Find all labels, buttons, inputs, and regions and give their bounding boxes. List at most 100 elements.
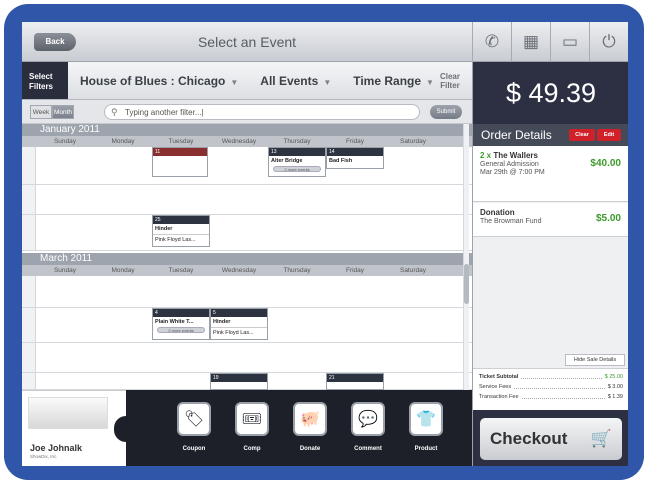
order-item[interactable]: Donation The Browman Fund $5.00 — [473, 203, 628, 237]
event-tile[interactable]: 19 — [210, 373, 268, 390]
order-item-date: Mar 29th @ 7:00 PM — [480, 169, 545, 176]
event-tile[interactable]: 14 Bad Fish — [326, 147, 384, 169]
week-row — [22, 343, 472, 373]
month-title-jan: January 2011 — [22, 124, 472, 136]
action-tray: 🏷 Coupon 🎟 Comp 🐖 Donate 💬 Comment 👕 Pro… — [126, 390, 472, 466]
day-label: Saturday — [399, 267, 427, 274]
service-fee-label: Service Fees — [479, 384, 512, 390]
day-label: Wednesday — [221, 138, 257, 145]
event-tile[interactable]: 25 Hinder Pink Floyd Las... — [152, 215, 210, 247]
event-name: Plain White T... — [155, 319, 194, 325]
sale-totals: Ticket Subtotal $ 25.00 Service Fees $ 3.0… — [473, 368, 628, 410]
day-label: Thursday — [283, 138, 311, 145]
week-row — [22, 215, 472, 251]
user-panel: Joe Johnalk ShowDix, Inc. — [22, 390, 126, 466]
event-tile[interactable]: 4 Plain White T... 2 more events — [152, 308, 210, 340]
chevron-down-icon: ▼ — [426, 77, 434, 87]
piggy-bank-icon[interactable]: 🐖 — [293, 402, 327, 436]
search-input[interactable]: ⚲ Typing another filter...| — [104, 104, 420, 120]
chevron-down-icon: ▼ — [323, 77, 332, 87]
day-header-mar: Sunday Monday Tuesday Wednesday Thursday… — [22, 265, 472, 276]
event-tile[interactable]: 11 — [152, 147, 208, 177]
donate-label: Donate — [299, 446, 321, 452]
hide-sale-details-button[interactable]: Hide Sale Details — [565, 354, 625, 366]
clear-order-button[interactable]: Clear — [569, 129, 595, 141]
ticket-icon[interactable]: 🎟 — [235, 402, 269, 436]
event-date: 4 — [153, 309, 209, 317]
service-fee-row: Service Fees $ 3.00 — [479, 382, 623, 392]
order-item-qty: 2 x — [480, 151, 492, 160]
transaction-fee-value: $ 1.39 — [607, 394, 623, 400]
search-icon: ⚲ — [111, 107, 118, 117]
day-header-jan: Sunday Monday Tuesday Wednesday Thursday… — [22, 136, 472, 147]
events-filter[interactable]: All Events ▼ — [260, 74, 331, 88]
power-icon[interactable]: ⏻ — [589, 22, 628, 62]
top-bar: Back Select an Event ✆ ▦ ▭ ⏻ — [22, 22, 628, 62]
month-title-mar: March 2011 — [22, 253, 472, 265]
shopping-cart-icon: 🛒 — [590, 429, 612, 448]
coupon-label: Coupon — [182, 446, 206, 452]
view-toggle: Week Month — [30, 105, 74, 119]
month-view-button[interactable]: Month — [52, 105, 74, 119]
event-date: 25 — [153, 216, 209, 224]
day-label: Monday — [111, 138, 135, 145]
order-panel: $ 49.39 Order Details Clear Edit 2 x The… — [472, 62, 628, 466]
transaction-fee-label: Transaction Fee — [479, 394, 519, 400]
event-date: 21 — [327, 374, 383, 382]
edit-order-button[interactable]: Edit — [597, 129, 621, 141]
clear-filter-button[interactable]: Clear Filter — [438, 72, 462, 90]
order-total: $ 49.39 — [473, 62, 628, 124]
user-organization: ShowDix, Inc. — [30, 454, 58, 459]
week-row — [22, 276, 472, 308]
tag-icon[interactable]: 🏷 — [177, 402, 211, 436]
select-filters-button[interactable]: Select Filters — [22, 62, 68, 99]
comment-label: Comment — [354, 446, 382, 452]
more-events-badge[interactable]: 2 more events — [273, 166, 321, 172]
day-label: Monday — [111, 267, 135, 274]
event-name: Alter Bridge — [271, 158, 303, 164]
subtotal-value: $ 25.00 — [604, 374, 623, 380]
submit-button[interactable]: Submit — [430, 105, 462, 119]
time-filter[interactable]: Time Range ▼ — [353, 74, 434, 88]
event-date: 14 — [327, 148, 383, 156]
event-name: Hinder — [213, 319, 231, 325]
venue-filter-label: House of Blues : Chicago — [80, 73, 226, 88]
transaction-fee-row: Transaction Fee $ 1.39 — [479, 392, 623, 402]
day-label: Thursday — [283, 267, 311, 274]
window-icon[interactable]: ▭ — [550, 22, 589, 62]
event-date: 5 — [211, 309, 267, 317]
checkout-button[interactable]: Checkout 🛒 — [480, 418, 622, 460]
order-item-price: $5.00 — [595, 213, 621, 224]
time-filter-label: Time Range — [353, 73, 422, 88]
day-label: Friday — [345, 138, 365, 145]
calendar-scrollbar[interactable] — [463, 124, 469, 390]
event-tile[interactable]: 13 Alter Bridge 2 more events — [268, 147, 326, 177]
keypad-icon[interactable]: ▦ — [511, 22, 550, 62]
event-tile[interactable]: 5 Hinder Pink Floyd Las... — [210, 308, 268, 340]
order-item[interactable]: 2 x The Wallers General Admission Mar 29… — [473, 146, 628, 202]
tshirt-icon[interactable]: 👕 — [409, 402, 443, 436]
search-bar: Week Month ⚲ Typing another filter...| S… — [22, 100, 472, 124]
day-label: Tuesday — [168, 138, 194, 145]
subtotal-label: Ticket Subtotal — [479, 374, 519, 380]
user-name: Joe Johnalk — [30, 443, 83, 453]
calendar-scroll-thumb[interactable] — [464, 264, 469, 304]
page-title: Select an Event — [197, 34, 297, 50]
day-label: Tuesday — [168, 267, 194, 274]
chevron-down-icon: ▼ — [230, 77, 239, 87]
service-fee-value: $ 3.00 — [607, 384, 623, 390]
week-view-button[interactable]: Week — [30, 105, 52, 119]
event-tile[interactable]: 21 — [326, 373, 384, 390]
speech-bubble-icon[interactable]: 💬 — [351, 402, 385, 436]
order-item-price: $40.00 — [590, 158, 621, 169]
phone-icon[interactable]: ✆ — [472, 22, 511, 62]
filter-bar: Select Filters House of Blues : Chicago ▼… — [22, 62, 472, 100]
events-filter-label: All Events — [260, 73, 319, 88]
venue-filter[interactable]: House of Blues : Chicago ▼ — [80, 74, 238, 88]
day-label: Wednesday — [221, 267, 257, 274]
top-icons: ✆ ▦ ▭ ⏻ — [472, 22, 628, 62]
event-name: Pink Floyd Las... — [153, 234, 209, 245]
user-card — [28, 397, 108, 429]
more-events-badge[interactable]: 2 more events — [157, 327, 205, 333]
product-label: Product — [414, 446, 438, 452]
